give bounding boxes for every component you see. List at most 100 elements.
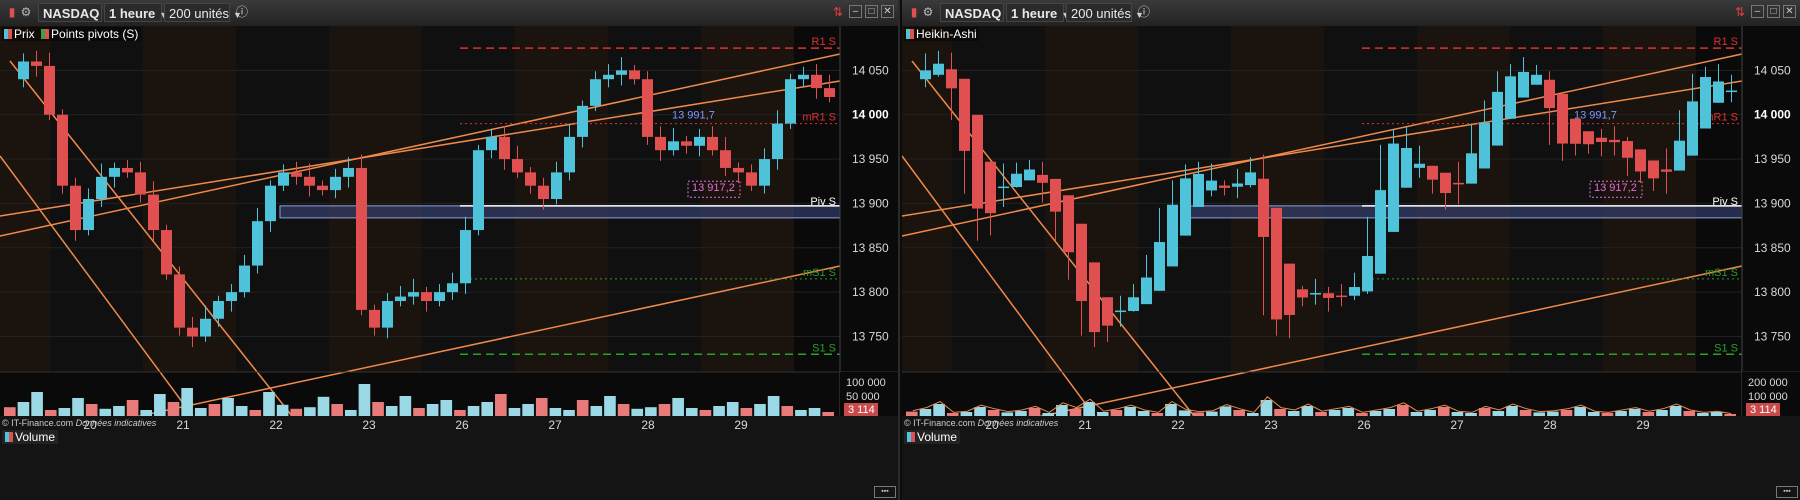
- candle-body: [1219, 185, 1230, 188]
- volume-bar: [1383, 409, 1396, 416]
- volume-bar: [4, 407, 16, 416]
- candle-body: [226, 292, 237, 302]
- x-tick-label: 23: [362, 418, 376, 432]
- candle-body: [1258, 178, 1269, 237]
- minimize-icon[interactable]: –: [1751, 5, 1764, 18]
- market-label: NASDAQ: [43, 6, 100, 21]
- y-tick-label: 13 850: [852, 241, 889, 255]
- units-select[interactable]: 200 unités ▼: [1066, 3, 1144, 22]
- settings-icon[interactable]: ⚙: [18, 4, 34, 20]
- volume-bar: [808, 408, 821, 416]
- volume-bar: [208, 404, 221, 416]
- scroll-handle-icon[interactable]: ▪▪▪: [1776, 486, 1798, 498]
- candle-body: [317, 185, 328, 191]
- candle-body: [499, 136, 510, 160]
- x-axis-bg: [0, 416, 898, 500]
- volume-bar: [235, 406, 248, 416]
- volume-bar: [44, 410, 57, 416]
- y-tick-label: 14 050: [852, 63, 889, 77]
- volume-bar: [1533, 412, 1546, 416]
- candle-body: [1141, 277, 1152, 305]
- units-select[interactable]: 200 unités ▼: [164, 3, 242, 22]
- volume-bar: [946, 413, 959, 416]
- candle-body: [1505, 76, 1516, 119]
- volume-bar: [1683, 411, 1696, 416]
- volume-bar: [508, 408, 521, 416]
- candle-body: [434, 292, 445, 302]
- pivot-label: mR1 S: [802, 112, 836, 124]
- candle-body: [1388, 143, 1399, 232]
- legend-swatch-volume: [5, 432, 13, 442]
- sync-arrows-icon[interactable]: ⇅: [830, 4, 846, 20]
- volume-bar: [1519, 410, 1532, 416]
- scroll-handle-icon[interactable]: ▪▪▪: [874, 486, 896, 498]
- candle-body: [408, 292, 419, 297]
- pivot-label: Piv S: [810, 196, 836, 208]
- candle-body: [1609, 139, 1620, 143]
- candle-body: [473, 150, 484, 231]
- volume-label: Volume: [917, 430, 958, 444]
- candle-body: [395, 296, 406, 302]
- candle-body: [798, 74, 809, 80]
- volume-bar: [906, 411, 918, 416]
- candle-body: [1375, 190, 1386, 274]
- candle-body: [1297, 289, 1308, 298]
- candle-body: [668, 141, 679, 151]
- candle-body: [785, 79, 796, 124]
- volume-bar: [1192, 412, 1205, 416]
- minimize-icon[interactable]: –: [849, 5, 862, 18]
- price-chart[interactable]: R1 SmR1 SPiv SmS1 SS1 S13 991,713 917,21…: [902, 26, 1800, 500]
- price-chart[interactable]: R1 SmR1 SPiv SmS1 SS1 S13 991,713 917,21…: [0, 26, 898, 500]
- pivot-label: R1 S: [812, 36, 836, 48]
- volume-tick-label: 200 000: [1748, 377, 1788, 389]
- x-tick-label: 29: [734, 418, 748, 432]
- candle-body: [135, 172, 146, 195]
- annotation-level: 13 991,7: [672, 109, 715, 121]
- sync-arrows-icon[interactable]: ⇅: [1732, 4, 1748, 20]
- volume-bar: [685, 408, 698, 416]
- candle-body: [1648, 160, 1659, 179]
- volume-bar: [1437, 407, 1450, 416]
- info-icon[interactable]: ⓘ: [234, 4, 250, 20]
- candle-body: [1167, 204, 1178, 267]
- volume-bar: [495, 394, 507, 416]
- session-band: [701, 26, 794, 372]
- chart-toolbar: ▮ ⚙ NASDAQ▼ 1 heure▼ 200 unités▼ ⓘ ⇅ – □…: [0, 0, 898, 27]
- x-tick-label: 27: [1450, 418, 1464, 432]
- legend-label-price: Prix: [14, 27, 35, 41]
- info-icon[interactable]: ⓘ: [1136, 4, 1152, 20]
- market-select[interactable]: NASDAQ▼: [940, 3, 1014, 22]
- settings-icon[interactable]: ⚙: [920, 4, 936, 20]
- close-icon[interactable]: ✕: [1783, 5, 1796, 18]
- timeframe-select[interactable]: 1 heure▼: [1006, 3, 1070, 22]
- candle-body: [18, 61, 29, 80]
- candle-body: [1531, 74, 1542, 85]
- maximize-icon[interactable]: □: [865, 5, 878, 18]
- volume-bar: [385, 406, 398, 416]
- units-label: 200 unités: [169, 6, 229, 21]
- market-select[interactable]: NASDAQ▼: [38, 3, 112, 22]
- y-tick-label: 14 000: [852, 108, 889, 122]
- candle-body: [148, 194, 159, 231]
- volume-bar: [754, 404, 766, 416]
- data-credit: © IT-Finance.com Données indicatives: [904, 418, 1058, 428]
- candle-body: [1193, 173, 1204, 207]
- maximize-icon[interactable]: □: [1767, 5, 1780, 18]
- volume-bar: [604, 396, 616, 416]
- volume-bar: [1369, 411, 1382, 416]
- volume-bar: [113, 406, 125, 416]
- candle-body: [291, 172, 302, 177]
- volume-bar: [1424, 410, 1436, 416]
- timeframe-select[interactable]: 1 heure▼: [104, 3, 168, 22]
- volume-bar: [767, 396, 780, 416]
- candle-body: [694, 136, 705, 146]
- close-icon[interactable]: ✕: [881, 5, 894, 18]
- candle-body: [1466, 153, 1477, 184]
- y-tick-label: 14 050: [1754, 63, 1791, 77]
- volume-bar: [263, 392, 275, 416]
- volume-bar: [304, 407, 316, 416]
- legend-swatch-volume: [907, 432, 915, 442]
- candle-body: [551, 172, 562, 199]
- volume-bar: [1015, 411, 1027, 416]
- candle-body: [603, 74, 614, 80]
